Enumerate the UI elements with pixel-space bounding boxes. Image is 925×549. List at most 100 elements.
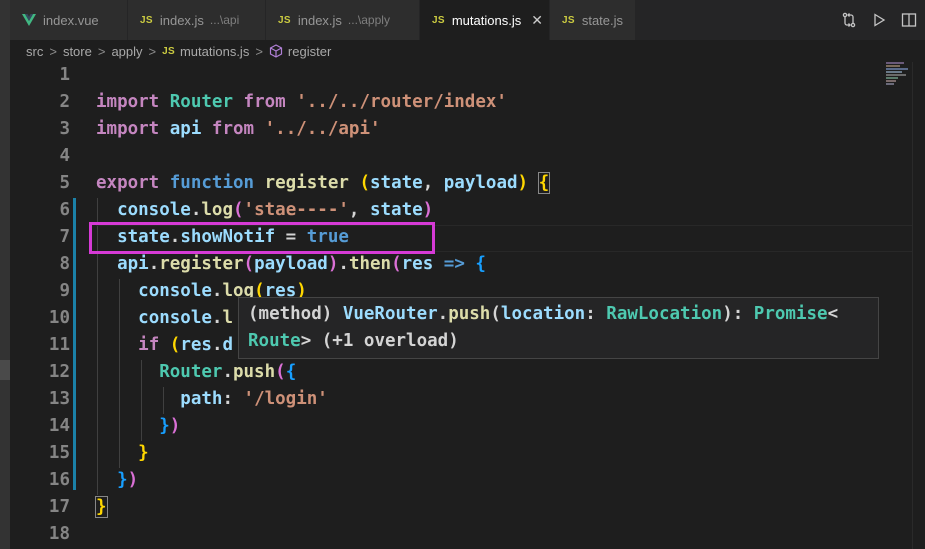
line-number: 15 (48, 443, 70, 463)
code-line: 14 }) (10, 413, 925, 440)
minimap-line (886, 80, 896, 82)
code-text: } (138, 443, 149, 463)
activity-bar-indicator (0, 360, 10, 380)
vue-icon (22, 14, 36, 26)
line-number: 6 (59, 200, 70, 220)
editor-actions (841, 0, 925, 40)
breadcrumb-separator: > (148, 43, 157, 59)
breadcrumb-separator: > (255, 43, 263, 59)
breadcrumb: src > store > apply > JS mutations.js > … (10, 40, 925, 62)
minimap-line (886, 68, 908, 70)
line-number: 1 (59, 65, 70, 85)
close-icon[interactable]: ✕ (531, 12, 543, 29)
tab-label: index.js (297, 12, 342, 28)
line-number: 3 (59, 119, 70, 139)
breadcrumb-separator: > (49, 43, 57, 59)
line-number: 16 (48, 470, 70, 490)
hover-token: < (827, 304, 839, 324)
code-line: 8 api.register(payload).then(res => { (10, 251, 925, 278)
code-text: if (res.d (138, 335, 234, 355)
tab-description: ...\apply (347, 13, 390, 27)
line-number: 14 (48, 416, 70, 436)
tab-mutations-js[interactable]: JS mutations.js ✕ (420, 0, 550, 40)
line-number: 13 (48, 389, 70, 409)
js-icon: JS (432, 14, 445, 26)
tab-description: ...\api (209, 13, 240, 27)
tab-label: state.js (581, 12, 624, 28)
source-control-compare-icon[interactable] (841, 12, 857, 28)
tab-state-js[interactable]: JS state.js (550, 0, 636, 40)
run-icon[interactable] (871, 12, 887, 28)
minimap-line (886, 62, 904, 64)
code-line: 17 } (10, 494, 925, 521)
code-text: console.l (138, 308, 234, 328)
js-icon: JS (278, 14, 291, 26)
code-line: 4 (10, 143, 925, 170)
minimap[interactable] (886, 62, 912, 92)
code-line: 12 Router.push({ (10, 359, 925, 386)
js-icon: JS (562, 14, 575, 26)
breadcrumb-item[interactable]: store (63, 44, 92, 59)
line-number: 8 (59, 254, 70, 274)
line-number: 7 (59, 227, 70, 247)
minimap-line (886, 74, 906, 76)
code-text: export function register (state, payload… (96, 172, 551, 194)
tab-label: index.js (159, 12, 204, 28)
breadcrumb-item[interactable]: mutations.js (180, 44, 249, 59)
hover-token: RawLocation (606, 304, 723, 324)
line-number: 2 (59, 92, 70, 112)
hover-signature-line1: (method) VueRouter.push(location: RawLoc… (248, 301, 869, 328)
tab-label: mutations.js (451, 12, 522, 28)
code-line: 3 import api from '../../api' (10, 116, 925, 143)
hover-tooltip: (method) VueRouter.push(location: RawLoc… (238, 297, 879, 359)
code-text: import Router from '../../router/index' (96, 92, 507, 112)
breadcrumb-item[interactable]: src (26, 44, 43, 59)
method-cube-icon (269, 44, 283, 58)
minimap-line (886, 83, 894, 85)
tab-index-js-apply[interactable]: JS index.js ...\apply (266, 0, 420, 40)
line-number: 5 (59, 173, 70, 193)
minimap-line (886, 77, 898, 79)
code-line: 2 import Router from '../../router/index… (10, 89, 925, 116)
hover-token: Route (248, 331, 301, 351)
code-line: 18 (10, 521, 925, 548)
hover-token: > (+1 overload) (300, 331, 459, 351)
tab-label: index.vue (43, 12, 99, 28)
code-text: Router.push({ (159, 362, 297, 382)
line-number: 4 (59, 146, 70, 166)
code-line: 16 }) (10, 467, 925, 494)
annotation-highlight-box (89, 222, 435, 254)
code-line: 15 } (10, 440, 925, 467)
vertical-scrollbar[interactable] (912, 62, 925, 549)
hover-token: push (448, 304, 491, 324)
hover-signature-line2: Route> (+1 overload) (248, 328, 869, 355)
tab-index-js-api[interactable]: JS index.js ...\api (128, 0, 266, 40)
code-text: } (95, 496, 108, 518)
split-editor-icon[interactable] (901, 12, 917, 28)
hover-token: ( (490, 304, 501, 324)
tab-bar: index.vue JS index.js ...\api JS index.j… (0, 0, 925, 40)
hover-token: ): (722, 304, 754, 324)
code-text: }) (159, 416, 181, 436)
code-text: api.register(payload).then(res => { (117, 254, 486, 274)
js-icon: JS (162, 45, 175, 57)
line-number: 12 (48, 362, 70, 382)
tab-index-vue[interactable]: index.vue (10, 0, 128, 40)
line-number: 11 (48, 335, 70, 355)
tab-bar-spacer (0, 0, 10, 40)
breadcrumb-item[interactable]: apply (111, 44, 142, 59)
minimap-line (886, 65, 900, 67)
code-text: path: '/login' (180, 389, 328, 409)
minimap-line (886, 71, 902, 73)
hover-token: : (585, 304, 607, 324)
code-line: 1 (10, 62, 925, 89)
hover-token: . (437, 304, 449, 324)
hover-token: VueRouter (342, 304, 438, 324)
hover-token: (method) (248, 304, 343, 324)
line-number: 10 (48, 308, 70, 328)
breadcrumb-item[interactable]: register (288, 44, 331, 59)
code-text: }) (117, 470, 139, 490)
js-icon: JS (140, 14, 153, 26)
line-number: 9 (59, 281, 70, 301)
line-number: 18 (48, 524, 70, 544)
